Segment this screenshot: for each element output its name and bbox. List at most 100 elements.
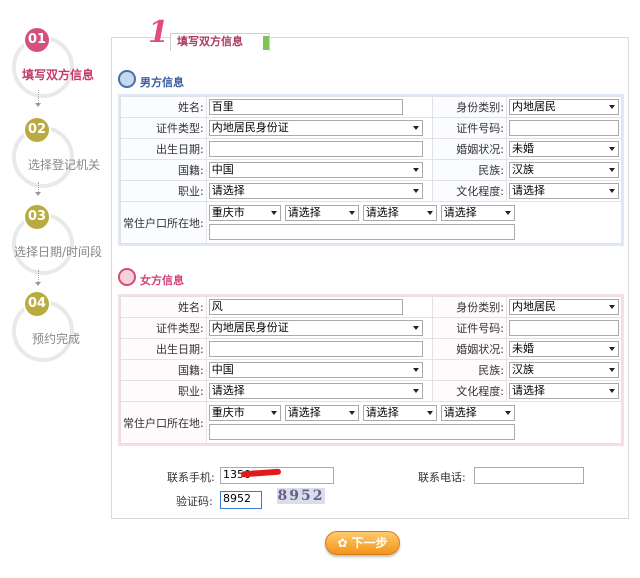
- id-number-label: 证件号码:: [432, 317, 507, 339]
- flower-icon: ✿: [337, 536, 348, 550]
- arrow-down-icon: [35, 282, 41, 286]
- female-name-input[interactable]: 风: [208, 299, 403, 315]
- id-type-label: 证件类型:: [120, 117, 207, 139]
- mobile-label: 联系手机:: [167, 471, 215, 484]
- chevron-down-icon: [348, 211, 355, 215]
- marital-label: 婚姻状况:: [432, 338, 507, 360]
- chevron-down-icon: [412, 126, 419, 130]
- male-ethnicity-select[interactable]: 汉族: [509, 162, 619, 178]
- female-residence-street-select[interactable]: 请选择: [362, 405, 437, 421]
- step-number-badge: 1: [148, 15, 169, 50]
- id-type-label: 证件类型:: [120, 317, 207, 339]
- phone-input[interactable]: [474, 467, 584, 484]
- chevron-down-icon: [426, 211, 433, 215]
- female-birth-date-input[interactable]: [208, 341, 423, 357]
- birth-date-label: 出生日期:: [120, 338, 207, 360]
- chevron-down-icon: [609, 105, 615, 109]
- male-avatar-icon: [118, 70, 136, 88]
- step-connector: [38, 182, 39, 192]
- male-birth-date-input[interactable]: [208, 141, 423, 157]
- male-form: 姓名: 百里 身份类别: 内地居民 证件类型: 内地居民身份证 证件号码: 出生…: [118, 94, 624, 246]
- captcha-image[interactable]: 8952: [277, 488, 325, 504]
- chevron-down-icon: [609, 347, 615, 351]
- male-nationality-select[interactable]: 中国: [208, 162, 423, 178]
- female-id-type-select[interactable]: 内地居民身份证: [208, 320, 423, 336]
- step-number: 04: [25, 292, 49, 316]
- id-category-label: 身份类别:: [432, 96, 507, 118]
- residence-label: 常住户口所在地:: [120, 401, 207, 444]
- male-education-select[interactable]: 请选择: [509, 183, 619, 199]
- next-step-button[interactable]: ✿ 下一步: [325, 531, 400, 555]
- male-name-input[interactable]: 百里: [208, 99, 403, 115]
- male-occupation-select[interactable]: 请选择: [208, 183, 423, 199]
- step-connector: [38, 90, 39, 103]
- chevron-down-icon: [609, 189, 615, 193]
- residence-label: 常住户口所在地:: [120, 201, 207, 244]
- chevron-down-icon: [609, 368, 615, 372]
- chevron-down-icon: [426, 411, 433, 415]
- chevron-down-icon: [609, 389, 615, 393]
- female-avatar-icon: [118, 268, 136, 286]
- male-residence-district-select[interactable]: 请选择: [284, 205, 359, 221]
- name-label: 姓名:: [120, 296, 207, 318]
- chevron-down-icon: [504, 211, 511, 215]
- female-id-category-select[interactable]: 内地居民: [509, 299, 619, 315]
- female-marital-select[interactable]: 未婚: [509, 341, 619, 357]
- step-connector: [38, 270, 39, 282]
- female-id-number-input[interactable]: [509, 320, 619, 336]
- education-label: 文化程度:: [432, 180, 507, 202]
- phone-label: 联系电话:: [418, 471, 466, 484]
- female-form: 姓名: 风 身份类别: 内地居民 证件类型: 内地居民身份证 证件号码: 出生日…: [118, 294, 624, 446]
- female-residence-community-select[interactable]: 请选择: [440, 405, 515, 421]
- step-number: 03: [25, 205, 49, 229]
- male-residence-street-select[interactable]: 请选择: [362, 205, 437, 221]
- page-title: 填写双方信息: [170, 33, 270, 51]
- chevron-down-icon: [412, 389, 419, 393]
- education-label: 文化程度:: [432, 380, 507, 402]
- chevron-down-icon: [609, 147, 615, 151]
- step-1: 01 填写双方信息: [8, 28, 103, 108]
- male-marital-select[interactable]: 未婚: [509, 141, 619, 157]
- title-accent: [263, 36, 269, 50]
- male-id-category-select[interactable]: 内地居民: [509, 99, 619, 115]
- step-label: 选择登记机关: [28, 158, 101, 172]
- male-residence-community-select[interactable]: 请选择: [440, 205, 515, 221]
- step-2: 02 选择登记机关: [8, 118, 103, 198]
- chevron-down-icon: [609, 168, 615, 172]
- birth-date-label: 出生日期:: [120, 138, 207, 160]
- male-residence-city-select[interactable]: 重庆市: [208, 205, 281, 221]
- occupation-label: 职业:: [120, 380, 207, 402]
- id-number-label: 证件号码:: [432, 117, 507, 139]
- marital-label: 婚姻状况:: [432, 138, 507, 160]
- step-label: 填写双方信息: [22, 68, 95, 82]
- step-label: 选择日期/时间段: [14, 245, 103, 259]
- chevron-down-icon: [504, 411, 511, 415]
- chevron-down-icon: [412, 326, 419, 330]
- male-id-type-select[interactable]: 内地居民身份证: [208, 120, 423, 136]
- ethnicity-label: 民族:: [432, 359, 507, 381]
- female-residence-detail-input[interactable]: [208, 424, 515, 440]
- ethnicity-label: 民族:: [432, 159, 507, 181]
- chevron-down-icon: [348, 411, 355, 415]
- nationality-label: 国籍:: [120, 159, 207, 181]
- female-education-select[interactable]: 请选择: [509, 383, 619, 399]
- chevron-down-icon: [609, 305, 615, 309]
- chevron-down-icon: [270, 211, 277, 215]
- female-ethnicity-select[interactable]: 汉族: [509, 362, 619, 378]
- female-section-title: 女方信息: [140, 274, 184, 287]
- female-nationality-select[interactable]: 中国: [208, 362, 423, 378]
- chevron-down-icon: [412, 168, 419, 172]
- nationality-label: 国籍:: [120, 359, 207, 381]
- chevron-down-icon: [412, 368, 419, 372]
- female-residence-district-select[interactable]: 请选择: [284, 405, 359, 421]
- male-residence-detail-input[interactable]: [208, 224, 515, 240]
- female-residence-city-select[interactable]: 重庆市: [208, 405, 281, 421]
- name-label: 姓名:: [120, 96, 207, 118]
- male-id-number-input[interactable]: [509, 120, 619, 136]
- female-occupation-select[interactable]: 请选择: [208, 383, 423, 399]
- chevron-down-icon: [412, 189, 419, 193]
- captcha-input[interactable]: 8952: [220, 491, 262, 509]
- chevron-down-icon: [270, 411, 277, 415]
- next-step-label: 下一步: [351, 536, 388, 550]
- arrow-down-icon: [35, 192, 41, 196]
